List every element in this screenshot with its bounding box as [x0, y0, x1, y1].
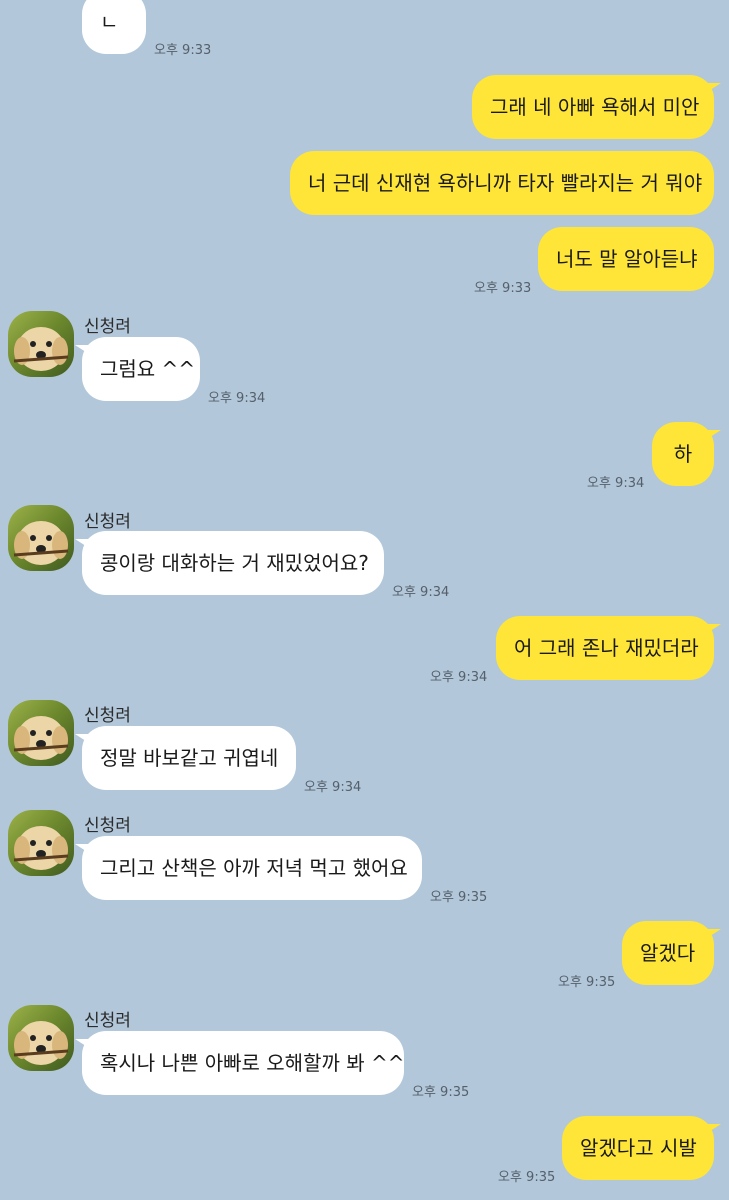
- contact-avatar[interactable]: [8, 505, 74, 571]
- puppy-avatar-icon: [13, 521, 69, 565]
- sender-name: 신청려: [84, 512, 131, 532]
- sender-name: 신청려: [84, 317, 131, 337]
- message-timestamp: 오후 9:35: [412, 1085, 470, 1100]
- puppy-avatar-icon: [13, 716, 69, 760]
- outgoing-message-bubble[interactable]: 알겠다: [622, 921, 721, 985]
- message-timestamp: 오후 9:34: [587, 476, 645, 491]
- outgoing-message-bubble[interactable]: 하: [652, 422, 721, 486]
- incoming-message-bubble[interactable]: 콩이랑 대화하는 거 재밌었어요?: [75, 531, 384, 595]
- incoming-message-bubble[interactable]: ㄴ: [82, 0, 146, 54]
- puppy-avatar-icon: [13, 1021, 69, 1065]
- incoming-message-bubble[interactable]: 그럼요 ^^: [75, 337, 200, 401]
- message-timestamp: 오후 9:35: [558, 975, 616, 990]
- incoming-message-bubble[interactable]: 정말 바보같고 귀엽네: [75, 726, 296, 790]
- incoming-message-bubble[interactable]: 혹시나 나쁜 아빠로 오해할까 봐 ^^: [75, 1031, 405, 1095]
- outgoing-message-bubble[interactable]: 그래 네 아빠 욕해서 미안: [472, 75, 721, 139]
- message-timestamp: 오후 9:33: [474, 281, 532, 296]
- outgoing-message-bubble[interactable]: 어 그래 존나 재밌더라: [496, 616, 721, 680]
- contact-avatar[interactable]: [8, 700, 74, 766]
- message-timestamp: 오후 9:34: [430, 670, 488, 685]
- message-timestamp: 오후 9:35: [498, 1170, 556, 1185]
- message-timestamp: 오후 9:34: [304, 780, 362, 795]
- message-timestamp: 오후 9:34: [392, 585, 450, 600]
- outgoing-message-bubble[interactable]: 너 근데 신재현 욕하니까 타자 빨라지는 거 뭐야: [290, 151, 714, 215]
- contact-avatar[interactable]: [8, 311, 74, 377]
- puppy-avatar-icon: [13, 327, 69, 371]
- contact-avatar[interactable]: [8, 1005, 74, 1071]
- incoming-message-bubble[interactable]: 그리고 산책은 아까 저녁 먹고 했어요: [75, 836, 422, 900]
- message-timestamp: 오후 9:33: [154, 43, 212, 58]
- outgoing-message-bubble[interactable]: 너도 말 알아듣냐: [538, 227, 714, 291]
- puppy-avatar-icon: [13, 826, 69, 870]
- contact-avatar[interactable]: [8, 810, 74, 876]
- sender-name: 신청려: [84, 816, 131, 836]
- sender-name: 신청려: [84, 706, 131, 726]
- sender-name: 신청려: [84, 1011, 131, 1031]
- message-timestamp: 오후 9:35: [430, 890, 488, 905]
- chat-room[interactable]: ㄴ 오후 9:33 그래 네 아빠 욕해서 미안 너 근데 신재현 욕하니까 타…: [0, 0, 729, 1200]
- outgoing-message-bubble[interactable]: 알겠다고 시발: [562, 1116, 721, 1180]
- message-timestamp: 오후 9:34: [208, 391, 266, 406]
